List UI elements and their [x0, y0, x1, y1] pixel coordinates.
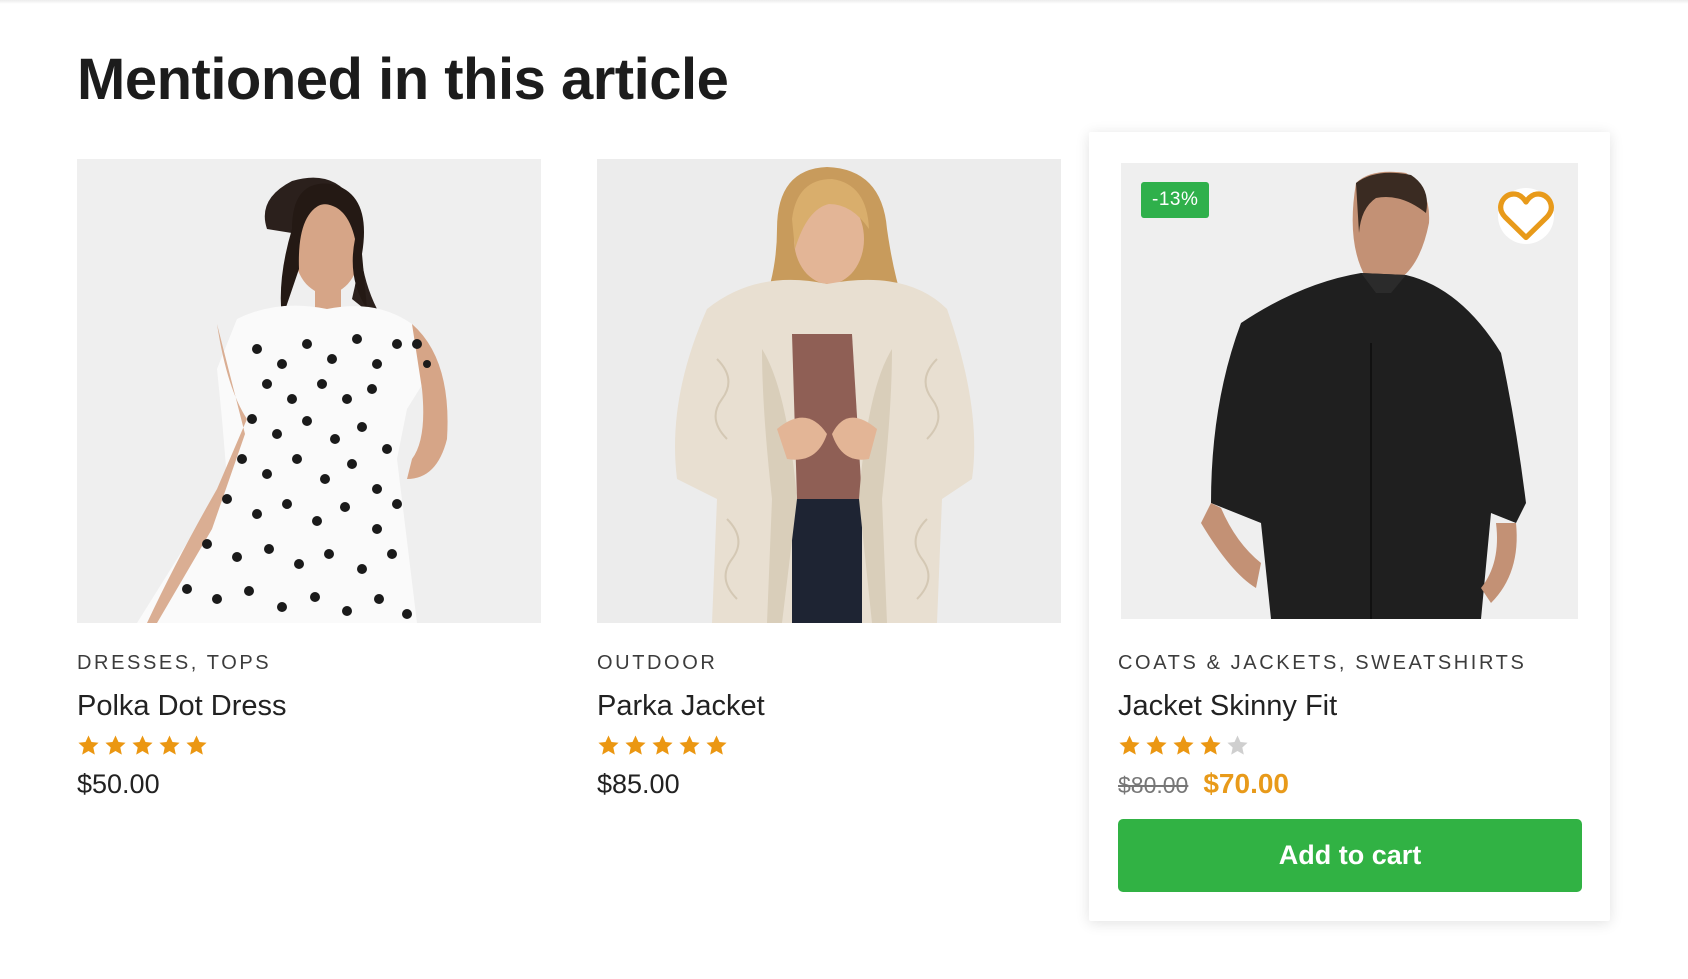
price-row: $85.00 — [597, 766, 765, 802]
add-to-cart-button[interactable]: Add to cart — [1118, 819, 1582, 892]
star-rating — [1118, 732, 1582, 758]
product-price: $85.00 — [597, 769, 680, 799]
product-category[interactable]: COATS & JACKETS, SWEATSHIRTS — [1118, 650, 1582, 676]
product-name[interactable]: Polka Dot Dress — [77, 688, 287, 724]
heart-icon — [1498, 191, 1554, 241]
star-icon — [1146, 734, 1167, 755]
star-rating — [597, 732, 765, 758]
star-icon — [186, 734, 207, 755]
star-icon — [706, 734, 727, 755]
product-image-dress[interactable] — [77, 159, 541, 623]
parka-photo — [597, 159, 1061, 623]
star-icon — [159, 734, 180, 755]
star-icon — [625, 734, 646, 755]
wishlist-button[interactable] — [1498, 188, 1554, 244]
star-icon — [1119, 734, 1140, 755]
product-card-parka-jacket[interactable]: OUTDOOR Parka Jacket $85.00 — [597, 159, 1061, 799]
price-row: $50.00 — [77, 766, 287, 802]
sale-price: $70.00 — [1203, 768, 1289, 799]
star-icon — [679, 734, 700, 755]
star-icon — [652, 734, 673, 755]
top-divider — [0, 0, 1688, 4]
star-icon — [132, 734, 153, 755]
dress-photo — [77, 159, 541, 623]
product-category[interactable]: DRESSES, TOPS — [77, 650, 287, 676]
section-title: Mentioned in this article — [77, 47, 729, 112]
product-image-parka[interactable] — [597, 159, 1061, 623]
product-info: DRESSES, TOPS Polka Dot Dress $50.00 — [77, 650, 287, 802]
star-rating — [77, 732, 287, 758]
price-row: $80.00 $70.00 — [1118, 766, 1582, 803]
product-category[interactable]: OUTDOOR — [597, 650, 765, 676]
product-info: COATS & JACKETS, SWEATSHIRTS Jacket Skin… — [1118, 650, 1582, 803]
star-icon — [78, 734, 99, 755]
product-price: $50.00 — [77, 769, 160, 799]
product-info: OUTDOOR Parka Jacket $85.00 — [597, 650, 765, 802]
discount-badge: -13% — [1141, 182, 1210, 218]
product-image-jacket[interactable]: -13% — [1121, 163, 1578, 619]
product-name[interactable]: Jacket Skinny Fit — [1118, 688, 1582, 724]
star-icon — [598, 734, 619, 755]
product-card-jacket-skinny-fit[interactable]: -13% COATS & JACKETS, SWEATSHIRTS Jacket… — [1089, 132, 1610, 921]
product-name[interactable]: Parka Jacket — [597, 688, 765, 724]
star-icon — [1173, 734, 1194, 755]
original-price: $80.00 — [1118, 772, 1189, 798]
product-card-polka-dot-dress[interactable]: DRESSES, TOPS Polka Dot Dress $50.00 — [77, 159, 541, 799]
star-icon — [105, 734, 126, 755]
star-icon — [1227, 734, 1248, 755]
star-icon — [1200, 734, 1221, 755]
